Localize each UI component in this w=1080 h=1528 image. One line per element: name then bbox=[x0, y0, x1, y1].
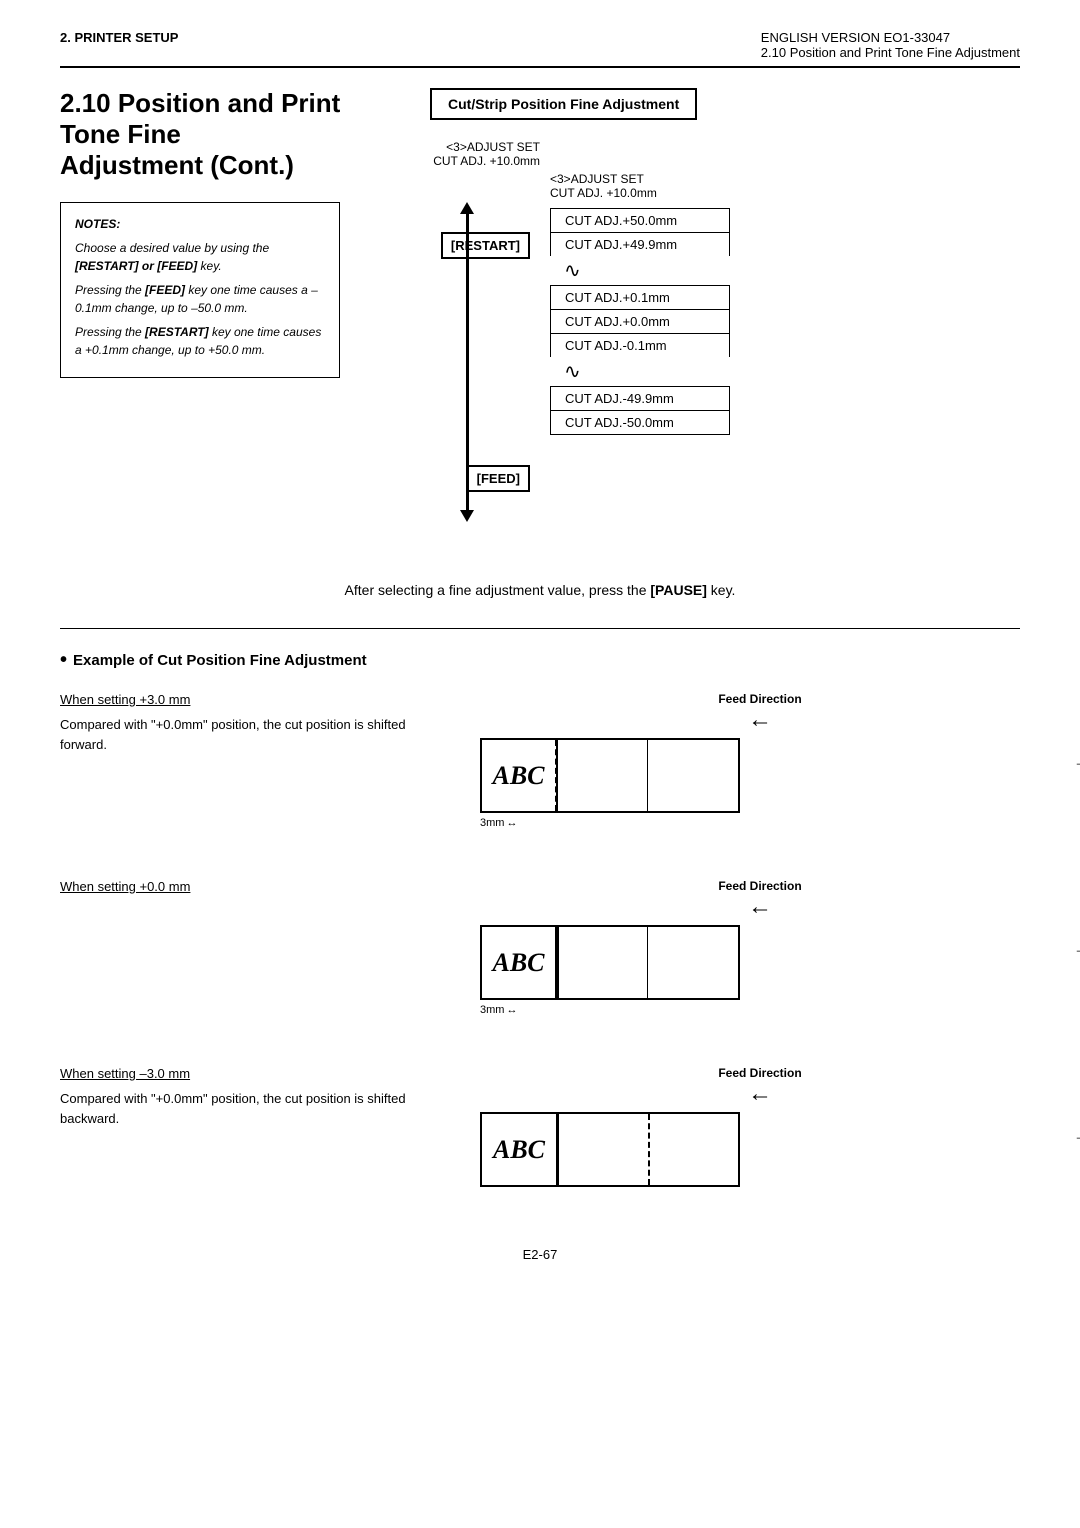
adj-box-6: CUT ADJ.-49.9mm bbox=[550, 386, 730, 410]
label-strip-2: ABC bbox=[480, 925, 740, 1000]
page-footer: E2-67 bbox=[60, 1247, 1020, 1262]
label-abc-2: ABC bbox=[482, 927, 557, 998]
squiggle-2: ∿ bbox=[564, 359, 730, 384]
label-cell-1a bbox=[557, 740, 648, 811]
label-cell-2a bbox=[557, 927, 648, 998]
label-cell-3a bbox=[557, 1114, 650, 1185]
left-column: 2.10 Position and Print Tone Fine Adjust… bbox=[60, 88, 400, 552]
desc-3: Compared with "+0.0mm" position, the cut… bbox=[60, 1089, 440, 1128]
adj-box-7: CUT ADJ.-50.0mm bbox=[550, 410, 730, 435]
example-text-2: When setting +0.0 mm bbox=[60, 879, 440, 902]
cut-line-1 bbox=[556, 740, 558, 811]
notes-title: NOTES: bbox=[75, 215, 325, 233]
page-header: 2. PRINTER SETUP ENGLISH VERSION EO1-330… bbox=[60, 30, 1020, 68]
notes-para3: Pressing the [RESTART] key one time caus… bbox=[75, 323, 325, 359]
example-heading: Example of Cut Position Fine Adjustment bbox=[60, 649, 1020, 672]
example-row-1: When setting +3.0 mm Compared with "+0.0… bbox=[60, 692, 1020, 829]
adj-box-5: CUT ADJ.-0.1mm bbox=[550, 333, 730, 357]
notes-para1: Choose a desired value by using the [RES… bbox=[75, 239, 325, 275]
page-number: E2-67 bbox=[523, 1247, 558, 1262]
mm-label-2: 3mm ↔ bbox=[480, 1004, 1020, 1016]
cut-line-2 bbox=[557, 927, 559, 998]
header-right: ENGLISH VERSION EO1-33047 2.10 Position … bbox=[761, 30, 1020, 60]
setting-1: When setting +3.0 mm bbox=[60, 692, 440, 707]
label-strip-3: ABC bbox=[480, 1112, 740, 1187]
notes-para2: Pressing the [FEED] key one time causes … bbox=[75, 281, 325, 317]
right-column: Cut/Strip Position Fine Adjustment <3>AD… bbox=[430, 88, 1020, 552]
example-diagram-1: Feed Direction ← ABC — bbox=[460, 692, 1020, 829]
example-diagram-3: Feed Direction ← ABC — Cut Position bbox=[460, 1066, 1020, 1187]
section-heading: 2.10 Position and Print Tone Fine Adjust… bbox=[60, 88, 400, 182]
feed-arrow-1: ← bbox=[500, 706, 1020, 734]
flow-diagram: [RESTART] [FEED] <3>ADJUST SETCUT ADJ. +… bbox=[430, 172, 1020, 552]
adj-box-2: CUT ADJ.+49.9mm bbox=[550, 232, 730, 256]
feed-arrow-3: ← bbox=[500, 1080, 1020, 1108]
restart-label: [RESTART] bbox=[441, 232, 530, 259]
example-text-3: When setting –3.0 mm Compared with "+0.0… bbox=[60, 1066, 440, 1128]
label-strip-1: ABC bbox=[480, 738, 740, 813]
notes-box: NOTES: Choose a desired value by using t… bbox=[60, 202, 340, 378]
adj-box-4: CUT ADJ.+0.0mm bbox=[550, 309, 730, 333]
label-abc-3: ABC bbox=[482, 1114, 557, 1185]
feed-label: [FEED] bbox=[467, 465, 530, 492]
label-abc-1: ABC bbox=[482, 740, 557, 811]
diagram-title: Cut/Strip Position Fine Adjustment bbox=[430, 88, 697, 120]
header-section: 2. PRINTER SETUP bbox=[60, 30, 178, 45]
pause-text: After selecting a fine adjustment value,… bbox=[60, 582, 1020, 598]
feed-dir-2: Feed Direction bbox=[500, 879, 1020, 893]
feed-arrow-2: ← bbox=[500, 893, 1020, 921]
setting-3: When setting –3.0 mm bbox=[60, 1066, 440, 1081]
example-row-2: When setting +0.0 mm Feed Direction ← AB… bbox=[60, 879, 1020, 1016]
adj-boxes: <3>ADJUST SETCUT ADJ. +10.0mm CUT ADJ.+5… bbox=[550, 172, 730, 435]
example-diagram-2: Feed Direction ← ABC — Cut Position 3m bbox=[460, 879, 1020, 1016]
section-separator bbox=[60, 628, 1020, 629]
top-note-text: <3>ADJUST SETCUT ADJ. +10.0mm bbox=[550, 172, 730, 200]
header-version: ENGLISH VERSION EO1-33047 bbox=[761, 30, 1020, 45]
setting-2: When setting +0.0 mm bbox=[60, 879, 440, 894]
adj-box-3: CUT ADJ.+0.1mm bbox=[550, 285, 730, 309]
top-note: <3>ADJUST SETCUT ADJ. +10.0mm bbox=[430, 140, 540, 168]
label-cell-3b bbox=[650, 1114, 739, 1185]
feed-dir-1: Feed Direction bbox=[500, 692, 1020, 706]
example-row-3: When setting –3.0 mm Compared with "+0.0… bbox=[60, 1066, 1020, 1187]
example-section: Example of Cut Position Fine Adjustment … bbox=[60, 649, 1020, 1187]
main-content: 2.10 Position and Print Tone Fine Adjust… bbox=[60, 88, 1020, 552]
label-cell-2b bbox=[648, 927, 738, 998]
desc-1: Compared with "+0.0mm" position, the cut… bbox=[60, 715, 440, 754]
mm-label-1: 3mm ↔ bbox=[480, 817, 1020, 829]
header-section-title: 2.10 Position and Print Tone Fine Adjust… bbox=[761, 45, 1020, 60]
example-text-1: When setting +3.0 mm Compared with "+0.0… bbox=[60, 692, 440, 754]
label-cell-1b bbox=[648, 740, 738, 811]
squiggle-1: ∿ bbox=[564, 258, 730, 283]
feed-dir-3: Feed Direction bbox=[500, 1066, 1020, 1080]
adj-box-1: CUT ADJ.+50.0mm bbox=[550, 208, 730, 232]
